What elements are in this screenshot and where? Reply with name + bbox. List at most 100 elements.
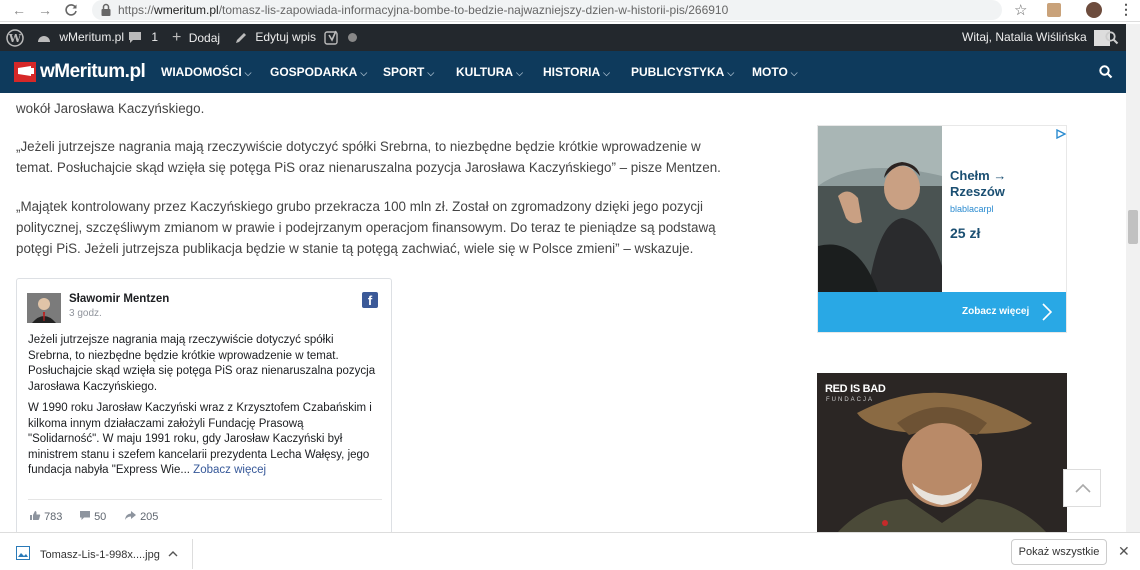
- chevron-down-icon: ⌵: [516, 68, 523, 78]
- fb-text-line: W 1990 roku Jarosław Kaczyński wraz z Kr…: [28, 402, 372, 414]
- ad-route: Chełm → Rzeszów: [950, 168, 1006, 200]
- seo-status-dot-icon: [348, 24, 357, 51]
- site-logo-text[interactable]: wMeritum.pl: [40, 61, 146, 83]
- wp-admin-bar: W wMeritum.pl 1 + Dodaj Edytuj wpis Wita…: [0, 24, 1126, 51]
- back-to-top-button[interactable]: [1063, 469, 1101, 507]
- nav-label: KULTURA: [456, 65, 514, 79]
- wordpress-logo-icon[interactable]: W: [6, 24, 24, 51]
- nav-label: MOTO: [752, 65, 788, 79]
- star-bookmark-icon[interactable]: ☆: [1014, 1, 1027, 19]
- admin-account-menu[interactable]: Witaj, Natalia Wiślińska: [962, 24, 1111, 51]
- nav-label: GOSPODARKA: [270, 65, 358, 79]
- admin-edit-post-link[interactable]: Edytuj wpis: [234, 24, 316, 51]
- svg-text:W: W: [8, 32, 22, 45]
- download-shelf: Tomasz-Lis-1-998x....jpg Pokaż wszystkie…: [0, 532, 1140, 570]
- chevron-down-icon: ⌵: [727, 68, 735, 78]
- browser-toolbar: ← → https://wmeritum.pl/tomasz-lis-zapow…: [0, 0, 1140, 22]
- ad-route-to: Rzeszów: [950, 184, 1005, 199]
- address-bar[interactable]: https://wmeritum.pl/tomasz-lis-zapowiada…: [92, 0, 1002, 20]
- ad-photo-driver: [818, 126, 942, 292]
- nav-item-sport[interactable]: SPORT ⌵: [383, 51, 434, 93]
- nav-label: PUBLICYSTYKA: [631, 65, 725, 79]
- close-icon[interactable]: ✕: [1118, 543, 1130, 560]
- nav-label: HISTORIA: [543, 65, 601, 79]
- yoast-seo-icon[interactable]: [324, 24, 340, 51]
- admin-site-name: wMeritum.pl: [59, 30, 125, 44]
- fb-share-count[interactable]: 205: [124, 510, 158, 523]
- facebook-logo-icon[interactable]: f: [362, 292, 378, 308]
- fb-author-name[interactable]: Sławomir Mentzen: [69, 293, 169, 305]
- fb-see-more-link[interactable]: Zobacz więcej: [193, 464, 266, 476]
- nav-item-wiadomosci[interactable]: WIADOMOŚCI ⌵: [161, 51, 252, 93]
- profile-avatar-icon[interactable]: [1086, 2, 1102, 18]
- admin-comments-link[interactable]: 1: [128, 24, 158, 51]
- site-logo-icon[interactable]: [14, 60, 38, 84]
- ad2-title: RED IS BAD: [825, 383, 886, 395]
- fb-like-value: 783: [44, 511, 63, 523]
- scrollbar-thumb[interactable]: [1128, 210, 1138, 244]
- forward-arrow-icon[interactable]: →: [36, 1, 54, 19]
- download-file-name[interactable]: Tomasz-Lis-1-998x....jpg: [40, 549, 160, 561]
- chevron-down-icon: ⌵: [427, 68, 435, 78]
- show-all-downloads-button[interactable]: Pokaż wszystkie: [1011, 539, 1107, 565]
- chevron-right-icon: [1042, 303, 1052, 321]
- nav-item-kultura[interactable]: KULTURA ⌵: [456, 51, 523, 93]
- admin-site-link[interactable]: wMeritum.pl: [36, 24, 124, 51]
- download-separator: [192, 539, 193, 569]
- fb-post-text: W 1990 roku Jarosław Kaczyński wraz z Kr…: [28, 401, 388, 479]
- article-paragraph: wokół Jarosława Kaczyńskiego.: [16, 98, 736, 119]
- fb-author-avatar[interactable]: [27, 293, 61, 323]
- article-line: temat. Posłuchajcie skąd wzięła się potę…: [16, 160, 721, 175]
- admin-search-icon[interactable]: [1105, 24, 1119, 51]
- admin-greeting: Witaj, Natalia Wiślińska: [962, 30, 1087, 44]
- url-host: wmeritum.pl: [154, 3, 219, 17]
- fb-like-count[interactable]: 783: [29, 510, 62, 523]
- chevron-up-icon: [1075, 483, 1091, 493]
- back-arrow-icon[interactable]: ←: [10, 1, 28, 19]
- thumbs-up-icon: [30, 511, 41, 520]
- nav-label: WIADOMOŚCI: [161, 65, 242, 79]
- lock-icon: [100, 3, 112, 17]
- blablacar-ad[interactable]: Chełm → Rzeszów blablacarpl 25 zł Zobacz…: [817, 125, 1067, 333]
- fb-post-time[interactable]: 3 godz.: [69, 308, 102, 319]
- page-scrollbar[interactable]: [1126, 24, 1140, 532]
- fb-text-line: ministrem stanu i szefem kancelarii prez…: [28, 448, 370, 461]
- ad-route-from: Chełm →: [950, 168, 1007, 183]
- fb-text-line: Jeżeli jutrzejsze nagrania mają rzeczywi…: [28, 334, 334, 346]
- pencil-icon: [236, 32, 246, 43]
- adchoices-icon[interactable]: [1056, 126, 1067, 140]
- nav-item-historia[interactable]: HISTORIA ⌵: [543, 51, 610, 93]
- admin-edit-label: Edytuj wpis: [255, 30, 317, 44]
- nav-item-moto[interactable]: MOTO ⌵: [752, 51, 798, 93]
- admin-add-label: Dodaj: [188, 31, 221, 45]
- ad-brand: blablacarpl: [950, 204, 994, 214]
- plus-icon: +: [172, 29, 182, 46]
- extension-icon[interactable]: [1047, 3, 1061, 17]
- red-is-bad-ad[interactable]: RED IS BAD FUNDACJA: [817, 373, 1067, 533]
- dashboard-gauge-icon: [38, 35, 50, 42]
- nav-label: SPORT: [383, 65, 425, 79]
- fb-text-line: fundacja nabyła "Express Wie...: [28, 464, 190, 476]
- nav-item-gospodarka[interactable]: GOSPODARKA ⌵: [270, 51, 367, 93]
- fb-post-text: Jeżeli jutrzejsze nagrania mają rzeczywi…: [28, 333, 388, 395]
- reload-icon[interactable]: [62, 1, 80, 19]
- admin-add-new-link[interactable]: + Dodaj: [172, 24, 220, 51]
- fb-share-value: 205: [140, 511, 159, 523]
- chevron-up-icon[interactable]: [168, 546, 178, 564]
- chevron-down-icon: ⌵: [790, 68, 798, 78]
- nav-item-publicystyka[interactable]: PUBLICYSTYKA ⌵: [631, 51, 734, 93]
- article-line: „Majątek kontrolowany przez Kaczyńskiego…: [16, 199, 703, 214]
- menu-dots-icon[interactable]: ⋮: [1119, 1, 1133, 18]
- ad2-subtitle: FUNDACJA: [826, 397, 875, 403]
- site-search-icon[interactable]: [1099, 65, 1113, 84]
- chevron-down-icon: ⌵: [360, 68, 368, 78]
- ad-cta-button[interactable]: Zobacz więcej: [818, 292, 1066, 332]
- fb-text-line: kilkoma innym działaczami założyli Funda…: [28, 417, 304, 430]
- article-line: „Jeżeli jutrzejsze nagrania mają rzeczyw…: [16, 139, 701, 154]
- fb-divider: [28, 499, 382, 500]
- comment-bubble-icon: [80, 511, 90, 520]
- fb-comment-value: 50: [94, 511, 107, 523]
- chevron-down-icon: ⌵: [603, 68, 610, 78]
- article-line: wokół Jarosława Kaczyńskiego.: [16, 101, 205, 116]
- fb-comment-count[interactable]: 50: [79, 510, 106, 523]
